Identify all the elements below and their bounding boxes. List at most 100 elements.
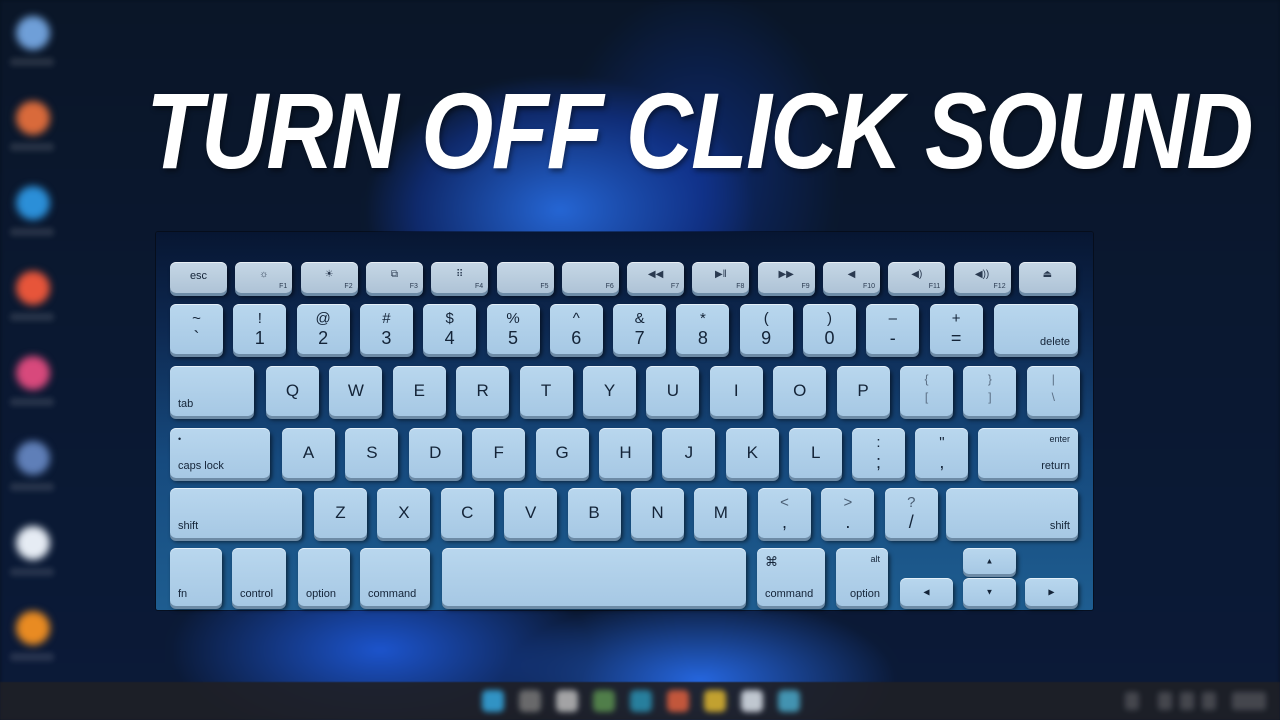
key-=[interactable]: + =	[929, 304, 983, 354]
key-f11[interactable]: ◀) F11	[888, 262, 946, 293]
key-e[interactable]: E	[392, 366, 446, 416]
key-f6[interactable]: F6	[561, 262, 619, 293]
desktop-icon-recycle-bin[interactable]	[6, 4, 58, 89]
key-q[interactable]: Q	[266, 366, 319, 416]
key-7[interactable]: & 7	[613, 304, 667, 354]
key-w[interactable]: W	[329, 366, 383, 416]
key-f[interactable]: F	[472, 428, 526, 478]
key-f7[interactable]: ◀◀ F7	[627, 262, 685, 293]
key-fn[interactable]: fn	[170, 548, 222, 606]
taskbar-notepad-icon[interactable]	[741, 690, 763, 712]
key--[interactable]: – -	[866, 304, 920, 354]
key-shift-left[interactable]: shift	[170, 488, 302, 538]
key-3[interactable]: #3	[359, 304, 413, 354]
key-command-right[interactable]: ⌘ command	[757, 548, 825, 606]
desktop-icon-brave[interactable]	[6, 259, 58, 344]
key-arrow-down[interactable]: ▼	[963, 578, 1016, 606]
key-quote[interactable]: ",	[915, 428, 969, 478]
tray-chevron-icon[interactable]	[1125, 692, 1139, 710]
key-t[interactable]: T	[519, 366, 573, 416]
key-esc[interactable]: esc	[170, 262, 227, 293]
key-z[interactable]: Z	[314, 488, 367, 538]
key-8[interactable]: * 8	[676, 304, 730, 354]
key-x[interactable]: X	[377, 488, 431, 538]
key-y[interactable]: Y	[583, 366, 636, 416]
speaker-icon[interactable]	[1180, 692, 1194, 710]
key-option-right[interactable]: alt option	[836, 548, 888, 606]
key-k[interactable]: K	[725, 428, 779, 478]
key-shift-right[interactable]: shift	[946, 488, 1078, 538]
clock[interactable]	[1232, 692, 1266, 710]
key-slash[interactable]: ? /	[884, 488, 938, 538]
taskbar-edge-icon[interactable]	[630, 690, 652, 712]
key-l[interactable]: L	[789, 428, 843, 478]
desktop-icon-document[interactable]	[6, 514, 58, 599]
desktop-icon-app[interactable]	[6, 429, 58, 514]
wifi-icon[interactable]	[1158, 692, 1172, 710]
key-control[interactable]: control	[232, 548, 286, 606]
key-arrow-left[interactable]: ◀	[900, 578, 953, 606]
taskbar-store-icon[interactable]	[778, 690, 800, 712]
key-r[interactable]: R	[456, 366, 510, 416]
key-f12[interactable]: ◀)) F12	[953, 262, 1011, 293]
key-eject[interactable]: ⏏	[1018, 262, 1076, 293]
key-o[interactable]: O	[773, 366, 827, 416]
key-semicolon[interactable]: :;	[852, 428, 905, 478]
key-space[interactable]	[442, 548, 746, 606]
key-command-left[interactable]: command	[360, 548, 430, 606]
key-comma[interactable]: <,	[758, 488, 811, 538]
key-j[interactable]: J	[662, 428, 716, 478]
key-f9[interactable]: ▶▶ F9	[757, 262, 815, 293]
key-arrow-right[interactable]: ▶	[1025, 578, 1078, 606]
key-s[interactable]: S	[345, 428, 399, 478]
key-period[interactable]: >.	[821, 488, 875, 538]
key-9[interactable]: (9	[739, 304, 793, 354]
key-d[interactable]: D	[408, 428, 462, 478]
key-u[interactable]: U	[646, 366, 700, 416]
taskbar-brave-icon[interactable]	[667, 690, 689, 712]
key-close-bracket[interactable]: }]	[963, 366, 1017, 416]
desktop-icon-vlc[interactable]	[6, 599, 58, 684]
key-h[interactable]: H	[599, 428, 652, 478]
key-f4[interactable]: ⠿ F4	[431, 262, 489, 293]
key-2[interactable]: @2	[296, 304, 350, 354]
key-i[interactable]: I	[709, 366, 763, 416]
key-a[interactable]: A	[282, 428, 335, 478]
key-f2[interactable]: ☀ F2	[300, 262, 358, 293]
key-delete[interactable]: delete	[994, 304, 1078, 354]
key-m[interactable]: M	[694, 488, 748, 538]
key-tab[interactable]: tab	[170, 366, 254, 416]
desktop-icon-photos[interactable]	[6, 344, 58, 429]
key-g[interactable]: G	[535, 428, 589, 478]
key-p[interactable]: P	[836, 366, 890, 416]
key-caps-lock[interactable]: • caps lock	[170, 428, 270, 478]
taskbar-task-view-icon[interactable]	[556, 690, 578, 712]
key-return[interactable]: enter return	[978, 428, 1078, 478]
key-f8[interactable]: ▶‖ F8	[692, 262, 750, 293]
key-5[interactable]: % 5	[486, 304, 540, 354]
key-f1[interactable]: ☼ F1	[235, 262, 293, 293]
key-4[interactable]: $4	[423, 304, 477, 354]
key-b[interactable]: B	[567, 488, 621, 538]
key-0[interactable]: ) 0	[803, 304, 856, 354]
key-f10[interactable]: ◀ F10	[823, 262, 880, 293]
key-open-bracket[interactable]: {[	[900, 366, 953, 416]
taskbar-file-explorer-icon[interactable]	[704, 690, 726, 712]
desktop-icon-edge[interactable]	[6, 174, 58, 259]
key-v[interactable]: V	[504, 488, 558, 538]
key-backslash[interactable]: | \	[1026, 366, 1080, 416]
key-6[interactable]: ^ 6	[549, 304, 603, 354]
taskbar-search-icon[interactable]	[519, 690, 541, 712]
key-n[interactable]: N	[631, 488, 684, 538]
key-1[interactable]: ! 1	[233, 304, 287, 354]
battery-icon[interactable]	[1202, 692, 1216, 710]
key-backtick[interactable]: ~ `	[170, 304, 223, 354]
key-f5[interactable]: F5	[496, 262, 554, 293]
desktop-icon-chrome[interactable]	[6, 89, 58, 174]
key-option-left[interactable]: option	[298, 548, 350, 606]
taskbar-start-icon[interactable]	[482, 690, 504, 712]
key-f3[interactable]: ⧉ F3	[365, 262, 423, 293]
taskbar-chrome-icon[interactable]	[593, 690, 615, 712]
key-c[interactable]: C	[440, 488, 494, 538]
key-arrow-up[interactable]: ▲	[963, 548, 1016, 574]
